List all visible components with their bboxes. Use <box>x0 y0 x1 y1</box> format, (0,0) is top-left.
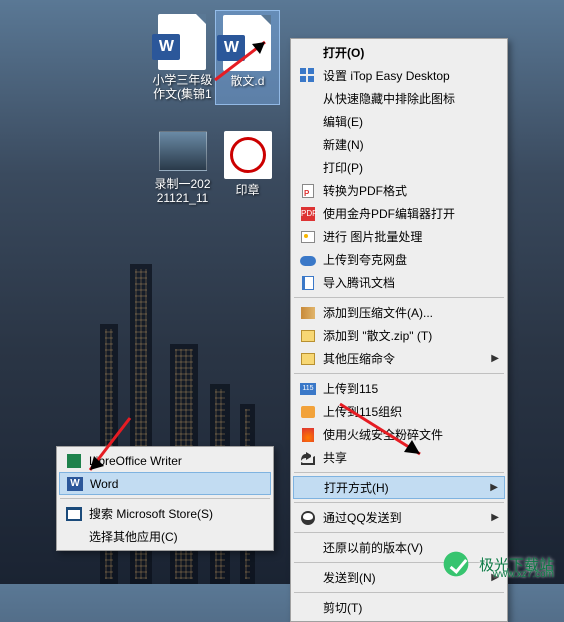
menu-cut[interactable]: 剪切(T) <box>293 596 505 619</box>
menu-separator <box>294 592 504 593</box>
chevron-right-icon: ▶ <box>491 353 499 364</box>
menu-print[interactable]: 打印(P) <box>293 156 505 179</box>
desktop-file-video[interactable]: 录制一20221121_11 <box>150 127 215 209</box>
115-org-icon <box>301 406 315 418</box>
submenu-search-store[interactable]: 搜索 Microsoft Store(S) <box>59 502 271 525</box>
grid-icon <box>300 68 316 84</box>
desktop-file-stamp[interactable]: 印章 <box>215 127 280 209</box>
ms-store-icon <box>66 507 82 521</box>
stamp-icon <box>224 131 272 179</box>
watermark-url: www.xz7.com <box>493 569 554 580</box>
menu-add-named-zip[interactable]: 添加到 "散文.zip" (T) <box>293 324 505 347</box>
menu-separator <box>294 297 504 298</box>
menu-tencent-docs[interactable]: 导入腾讯文档 <box>293 271 505 294</box>
submenu-word[interactable]: W Word <box>59 472 271 495</box>
menu-edit[interactable]: 编辑(E) <box>293 110 505 133</box>
menu-itop-desktop[interactable]: 设置 iTop Easy Desktop <box>293 64 505 87</box>
menu-separator <box>294 532 504 533</box>
cloud-icon <box>300 256 316 266</box>
menu-share[interactable]: 共享 <box>293 446 505 469</box>
file-label: 散文.d <box>230 74 264 88</box>
word-icon: W <box>67 477 83 491</box>
menu-separator <box>294 373 504 374</box>
video-thumb-icon <box>159 131 207 171</box>
menu-upload-115[interactable]: 115 上传到115 <box>293 377 505 400</box>
watermark-logo-icon <box>439 550 473 578</box>
menu-separator <box>294 502 504 503</box>
menu-other-compress[interactable]: 其他压缩命令 ▶ <box>293 347 505 370</box>
archive-icon <box>301 307 315 319</box>
desktop-area: W 小学三年级作文(集锦1 W 散文.d 录制一20221121_11 印章 <box>0 0 280 209</box>
file-label: 印章 <box>235 183 259 197</box>
open-with-submenu: LibreOffice Writer W Word 搜索 Microsoft S… <box>56 446 274 551</box>
word-icon: W <box>152 34 180 60</box>
file-label: 录制一20221121_11 <box>152 177 213 205</box>
menu-convert-pdf[interactable]: 转换为PDF格式 <box>293 179 505 202</box>
fire-icon <box>302 428 314 442</box>
share-icon <box>299 450 317 466</box>
menu-upload-115-org[interactable]: 上传到115组织 <box>293 400 505 423</box>
pdf-editor-icon: PDF <box>301 207 315 221</box>
context-menu: 打开(O) 设置 iTop Easy Desktop 从快速隐藏中排除此图标 编… <box>290 38 508 622</box>
desktop-file-word-2-selected[interactable]: W 散文.d <box>215 10 280 105</box>
menu-huorong-shred[interactable]: 使用火绒安全粉碎文件 <box>293 423 505 446</box>
image-icon <box>301 231 315 243</box>
watermark: 极光下载站 www.xz7.com <box>439 550 554 578</box>
menu-open-with[interactable]: 打开方式(H) ▶ <box>293 476 505 499</box>
menu-separator <box>60 498 270 499</box>
menu-separator <box>294 472 504 473</box>
menu-exclude-quickhide[interactable]: 从快速隐藏中排除此图标 <box>293 87 505 110</box>
zip-icon <box>301 330 315 342</box>
desktop-file-word-1[interactable]: W 小学三年级作文(集锦1 <box>150 10 215 105</box>
menu-open[interactable]: 打开(O) <box>293 41 505 64</box>
docs-icon <box>302 276 314 290</box>
qq-icon <box>301 511 315 525</box>
word-icon: W <box>217 35 245 61</box>
menu-batch-image[interactable]: 进行 图片批量处理 <box>293 225 505 248</box>
pdf-icon <box>302 184 314 198</box>
menu-jinzhou-pdf[interactable]: PDF 使用金舟PDF编辑器打开 <box>293 202 505 225</box>
menu-add-archive[interactable]: 添加到压缩文件(A)... <box>293 301 505 324</box>
115-icon: 115 <box>300 383 316 395</box>
submenu-choose-other[interactable]: 选择其他应用(C) <box>59 525 271 548</box>
file-label: 小学三年级作文(集锦1 <box>152 73 213 101</box>
zip-icon <box>301 353 315 365</box>
menu-new[interactable]: 新建(N) <box>293 133 505 156</box>
chevron-right-icon: ▶ <box>490 482 498 493</box>
libreoffice-icon <box>67 454 81 468</box>
menu-upload-kuake[interactable]: 上传到夸克网盘 <box>293 248 505 271</box>
chevron-right-icon: ▶ <box>491 512 499 523</box>
submenu-libreoffice[interactable]: LibreOffice Writer <box>59 449 271 472</box>
menu-qq-send[interactable]: 通过QQ发送到 ▶ <box>293 506 505 529</box>
